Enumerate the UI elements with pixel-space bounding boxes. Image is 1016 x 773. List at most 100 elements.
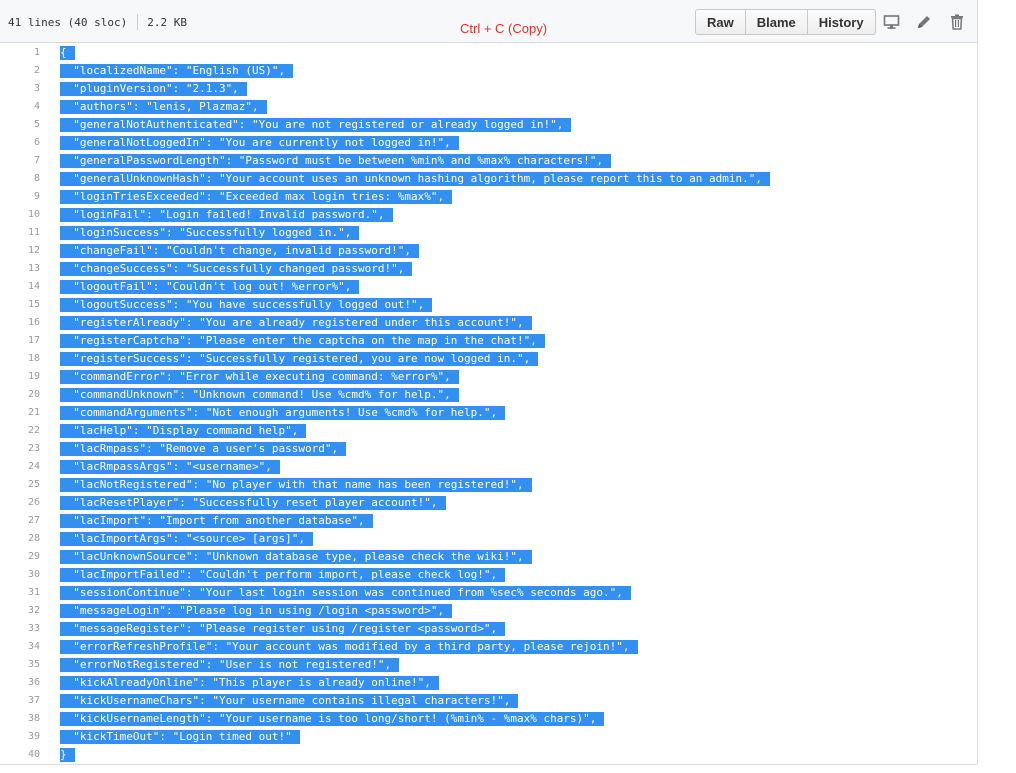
raw-button[interactable]: Raw: [695, 9, 746, 35]
line-number[interactable]: 4: [0, 98, 40, 116]
code-text: "lacRmpass": "Remove a user's password",: [60, 442, 347, 456]
pencil-icon[interactable]: [914, 12, 934, 32]
line-number[interactable]: 21: [0, 404, 40, 422]
line-number[interactable]: 36: [0, 674, 40, 692]
code-text: "kickTimeOut": "Login timed out!": [60, 730, 300, 744]
blame-button[interactable]: Blame: [745, 9, 808, 35]
code-line: 32 "messageLogin": "Please log in using …: [0, 602, 977, 620]
code-text: "commandArguments": "Not enough argument…: [60, 406, 506, 420]
code-line: 20 "commandUnknown": "Unknown command! U…: [0, 386, 977, 404]
file-size: 2.2 KB: [147, 16, 187, 29]
line-number[interactable]: 26: [0, 494, 40, 512]
line-number[interactable]: 24: [0, 458, 40, 476]
line-number[interactable]: 14: [0, 278, 40, 296]
code-text: "messageRegister": "Please register usin…: [60, 622, 506, 636]
code-line: 9 "loginTriesExceeded": "Exceeded max lo…: [0, 188, 977, 206]
line-number[interactable]: 35: [0, 656, 40, 674]
code-line: 39 "kickTimeOut": "Login timed out!": [0, 728, 977, 746]
line-number[interactable]: 33: [0, 620, 40, 638]
file-actions: Raw Blame History: [695, 9, 876, 35]
code-line: 6 "generalNotLoggedIn": "You are current…: [0, 134, 977, 152]
code-line: 22 "lacHelp": "Display command help",: [0, 422, 977, 440]
file-header: 41 lines (40 sloc) 2.2 KB Ctrl + C (Copy)…: [0, 0, 977, 43]
code-text: "pluginVersion": "2.1.3",: [60, 82, 247, 96]
code-text: "errorRefreshProfile": "Your account was…: [60, 640, 638, 654]
line-number[interactable]: 40: [0, 746, 40, 764]
line-number[interactable]: 13: [0, 260, 40, 278]
line-number[interactable]: 25: [0, 476, 40, 494]
code-text: "kickUsernameLength": "Your username is …: [60, 712, 605, 726]
code-line: 36 "kickAlreadyOnline": "This player is …: [0, 674, 977, 692]
line-number[interactable]: 16: [0, 314, 40, 332]
line-number[interactable]: 18: [0, 350, 40, 368]
line-number[interactable]: 2: [0, 62, 40, 80]
line-number[interactable]: 27: [0, 512, 40, 530]
code-line: 17 "registerCaptcha": "Please enter the …: [0, 332, 977, 350]
line-number[interactable]: 6: [0, 134, 40, 152]
code-line: 12 "changeFail": "Couldn't change, inval…: [0, 242, 977, 260]
line-number[interactable]: 23: [0, 440, 40, 458]
line-number[interactable]: 38: [0, 710, 40, 728]
code-text: "loginSuccess": "Successfully logged in.…: [60, 226, 360, 240]
code-line: 2 "localizedName": "English (US)",: [0, 62, 977, 80]
line-count: 41 lines (40 sloc): [8, 16, 128, 29]
line-number[interactable]: 22: [0, 422, 40, 440]
code-text: "sessionContinue": "Your last login sess…: [60, 586, 631, 600]
code-line: 35 "errorNotRegistered": "User is not re…: [0, 656, 977, 674]
code-text: "kickAlreadyOnline": "This player is alr…: [60, 676, 439, 690]
line-number[interactable]: 19: [0, 368, 40, 386]
code-line: 34 "errorRefreshProfile": "Your account …: [0, 638, 977, 656]
line-number[interactable]: 10: [0, 206, 40, 224]
code-line: 13 "changeSuccess": "Successfully change…: [0, 260, 977, 278]
code-text: "lacImportFailed": "Couldn't perform imp…: [60, 568, 506, 582]
code-text: "generalPasswordLength": "Password must …: [60, 154, 612, 168]
line-number[interactable]: 1: [0, 44, 40, 62]
line-number[interactable]: 20: [0, 386, 40, 404]
line-number[interactable]: 31: [0, 584, 40, 602]
code-text: "kickUsernameChars": "Your username cont…: [60, 694, 519, 708]
code-text: "changeSuccess": "Successfully changed p…: [60, 262, 413, 276]
line-number[interactable]: 3: [0, 80, 40, 98]
code-line: 38 "kickUsernameLength": "Your username …: [0, 710, 977, 728]
file-viewer: 41 lines (40 sloc) 2.2 KB Ctrl + C (Copy)…: [0, 0, 978, 765]
line-number[interactable]: 5: [0, 116, 40, 134]
code-text: "changeFail": "Couldn't change, invalid …: [60, 244, 419, 258]
code-line: 30 "lacImportFailed": "Couldn't perform …: [0, 566, 977, 584]
code-listing[interactable]: 1 {2 "localizedName": "English (US)", 3 "p…: [0, 44, 977, 764]
code-text: {: [60, 46, 75, 60]
line-number[interactable]: 17: [0, 332, 40, 350]
code-line: 16 "registerAlready": "You are already r…: [0, 314, 977, 332]
line-number[interactable]: 12: [0, 242, 40, 260]
line-number[interactable]: 30: [0, 566, 40, 584]
history-button[interactable]: History: [807, 9, 876, 35]
line-number[interactable]: 39: [0, 728, 40, 746]
line-number[interactable]: 29: [0, 548, 40, 566]
trash-icon[interactable]: [947, 12, 967, 32]
code-line: 26 "lacResetPlayer": "Successfully reset…: [0, 494, 977, 512]
code-line: 21 "commandArguments": "Not enough argum…: [0, 404, 977, 422]
code-line: 11 "loginSuccess": "Successfully logged …: [0, 224, 977, 242]
code-text: }: [60, 748, 75, 762]
desktop-icon[interactable]: [882, 12, 902, 32]
code-line: 33 "messageRegister": "Please register u…: [0, 620, 977, 638]
code-text: "lacHelp": "Display command help",: [60, 424, 307, 438]
code-line: 24 "lacRmpassArgs": "<username>",: [0, 458, 977, 476]
line-number[interactable]: 34: [0, 638, 40, 656]
line-number[interactable]: 28: [0, 530, 40, 548]
line-number[interactable]: 37: [0, 692, 40, 710]
line-number[interactable]: 15: [0, 296, 40, 314]
code-line: 28 "lacImportArgs": "<source> [args]",: [0, 530, 977, 548]
line-number[interactable]: 32: [0, 602, 40, 620]
code-line: 7 "generalPasswordLength": "Password mus…: [0, 152, 977, 170]
line-number[interactable]: 9: [0, 188, 40, 206]
code-line: 27 "lacImport": "Import from another dat…: [0, 512, 977, 530]
code-text: "registerAlready": "You are already regi…: [60, 316, 532, 330]
code-text: "lacNotRegistered": "No player with that…: [60, 478, 532, 492]
code-text: "loginTriesExceeded": "Exceeded max logi…: [60, 190, 453, 204]
line-number[interactable]: 11: [0, 224, 40, 242]
divider: [137, 14, 139, 30]
line-number[interactable]: 8: [0, 170, 40, 188]
line-number[interactable]: 7: [0, 152, 40, 170]
code-line: 25 "lacNotRegistered": "No player with t…: [0, 476, 977, 494]
code-line: 5 "generalNotAuthenticated": "You are no…: [0, 116, 977, 134]
